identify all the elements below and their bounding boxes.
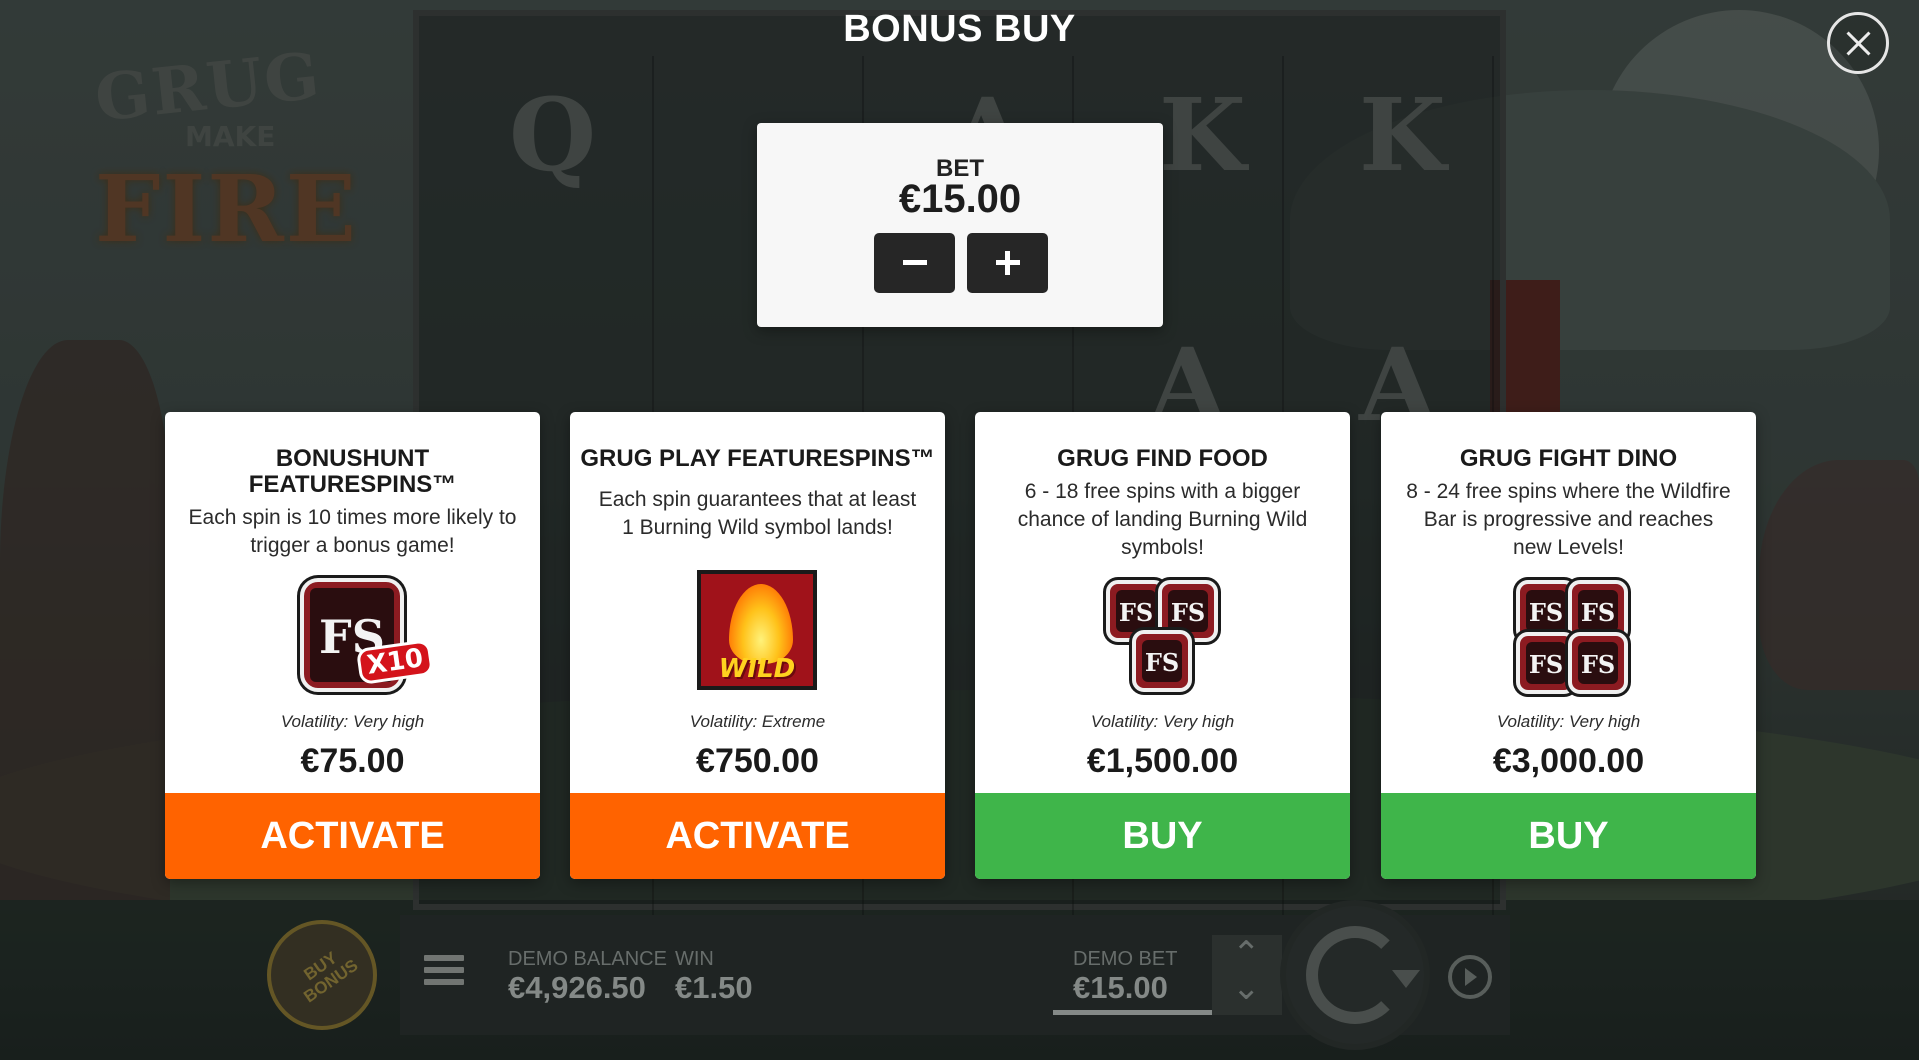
card-price: €75.00	[300, 742, 405, 780]
buy-button[interactable]: BUY	[1381, 793, 1756, 879]
page-title: BONUS BUY	[843, 8, 1076, 50]
card-volatility: Volatility: Very high	[280, 712, 425, 731]
card-price: €3,000.00	[1492, 742, 1645, 780]
bonus-card-bonushunt: BONUSHUNT FEATURESPINS™ Each spin is 10 …	[165, 412, 540, 879]
burning-wild-icon: WILD	[697, 566, 817, 696]
bet-value: €15.00	[898, 177, 1022, 221]
activate-button[interactable]: ACTIVATE	[165, 793, 540, 879]
close-icon[interactable]	[1827, 12, 1889, 74]
flame-icon	[729, 584, 793, 664]
card-title: GRUG FIND FOOD	[1057, 445, 1268, 472]
card-price: €1,500.00	[1086, 742, 1239, 780]
scatter-symbol: FS	[1568, 632, 1628, 694]
three-scatters-icon: FS FS FS	[1102, 576, 1222, 706]
bet-panel: BET €15.00	[757, 123, 1163, 327]
card-description: Each spin guarantees that at least 1 Bur…	[598, 488, 917, 539]
wild-symbol: WILD	[697, 570, 817, 690]
card-description: Each spin is 10 times more likely to tri…	[188, 506, 517, 557]
card-description: 6 - 18 free spins with a bigger chance o…	[1017, 480, 1308, 559]
bonus-card-grug-fight-dino: GRUG FIGHT DINO 8 - 24 free spins where …	[1381, 412, 1756, 879]
bonus-card-grug-play: GRUG PLAY FEATURESPINS™ Each spin guaran…	[570, 412, 945, 879]
card-title: GRUG FIGHT DINO	[1459, 445, 1678, 472]
buy-button[interactable]: BUY	[975, 793, 1350, 879]
card-description: 8 - 24 free spins where the Wildfire Bar…	[1406, 480, 1731, 559]
bet-increase-button[interactable]	[967, 233, 1048, 293]
bonus-card-grug-find-food: GRUG FIND FOOD 6 - 18 free spins with a …	[975, 412, 1350, 879]
card-title: GRUG PLAY FEATURESPINS™	[580, 445, 935, 472]
scatter-symbol: FS	[1132, 630, 1192, 692]
card-volatility: Volatility: Extreme	[689, 712, 826, 731]
four-scatters-icon: FS FS FS FS	[1508, 576, 1628, 706]
featurespins-x10-icon: FS X10	[292, 572, 435, 702]
card-price: €750.00	[696, 742, 819, 780]
card-volatility: Volatility: Very high	[1090, 712, 1235, 731]
scatter-symbol: FS	[1516, 632, 1576, 694]
card-volatility: Volatility: Very high	[1496, 712, 1641, 731]
activate-button[interactable]: ACTIVATE	[570, 793, 945, 879]
card-title: BONUSHUNT FEATURESPINS™	[248, 445, 457, 498]
bet-decrease-button[interactable]	[874, 233, 955, 293]
wild-label: WILD	[718, 654, 796, 684]
